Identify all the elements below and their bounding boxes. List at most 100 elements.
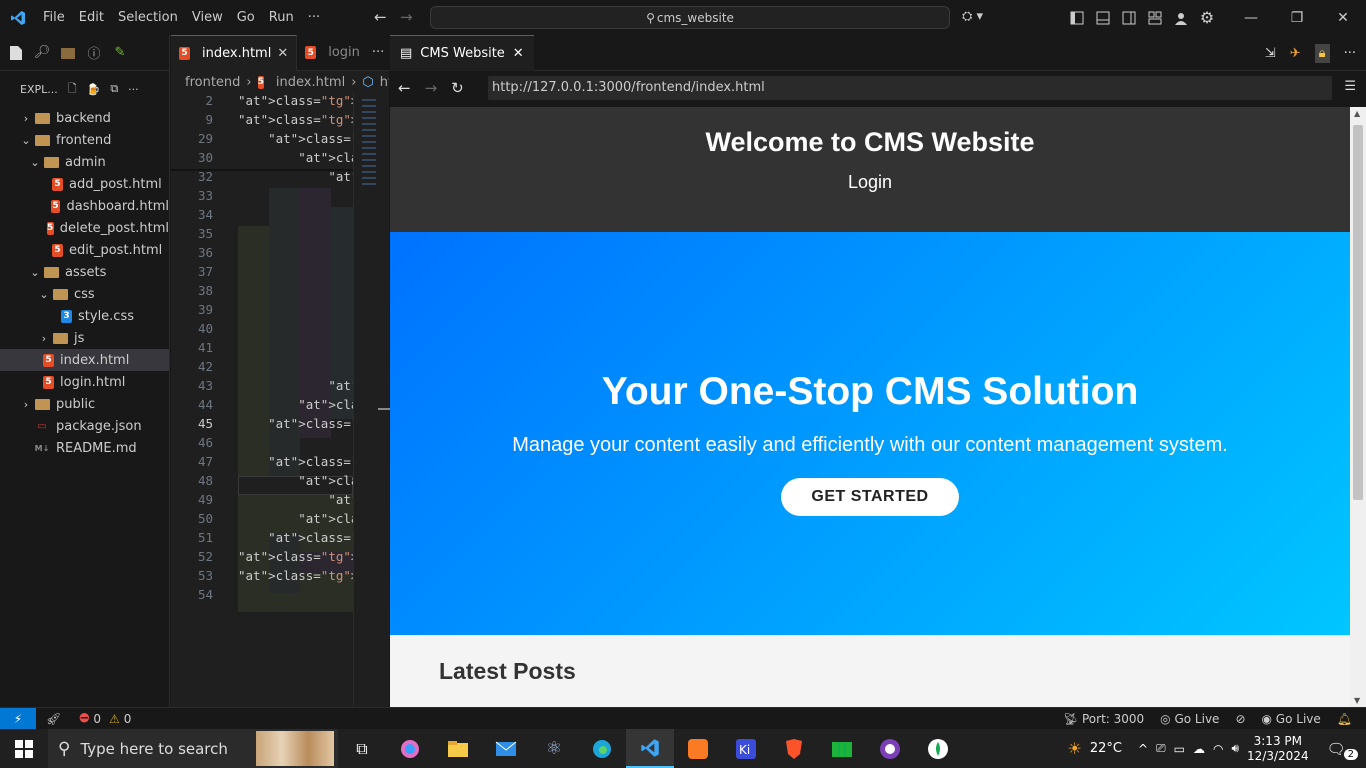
- green-app-icon[interactable]: [818, 729, 866, 768]
- mongodb-compass-icon[interactable]: [914, 729, 962, 768]
- beer-icon[interactable]: 🍺: [87, 83, 101, 96]
- brave-browser-icon[interactable]: [770, 729, 818, 768]
- explorer-icon[interactable]: [6, 43, 26, 63]
- close-tab-icon[interactable]: ✕: [513, 46, 524, 61]
- source-control-icon[interactable]: [58, 43, 78, 63]
- menu-item[interactable]: Go: [230, 0, 262, 35]
- no-broadcast-icon[interactable]: ⊘: [1235, 712, 1245, 726]
- breadcrumb-item[interactable]: index.html: [276, 75, 345, 90]
- editor-more-actions-icon[interactable]: ···: [372, 45, 384, 60]
- menu-item[interactable]: ···: [301, 0, 327, 35]
- search-icon[interactable]: 🔎︎: [32, 43, 52, 63]
- mail-icon[interactable]: [482, 729, 530, 768]
- back-arrow-icon[interactable]: ←: [398, 79, 411, 97]
- url-input[interactable]: http://127.0.0.1:3000/frontend/index.htm…: [488, 76, 1332, 100]
- menu-item[interactable]: Edit: [72, 0, 111, 35]
- settings-gear-icon[interactable]: ⚙: [1194, 0, 1220, 35]
- extension-figure-icon[interactable]: ✈: [1290, 46, 1301, 61]
- restore-icon[interactable]: ❐: [1274, 0, 1320, 35]
- browser-scrollbar[interactable]: ▲ ▼: [1350, 107, 1366, 707]
- new-file-icon[interactable]: 🗋: [68, 80, 77, 99]
- tree-item[interactable]: 5 edit_post.html: [0, 239, 169, 261]
- copilot-icon[interactable]: ⛭ ▾: [962, 9, 983, 24]
- tree-item[interactable]: › js: [0, 327, 169, 349]
- onedrive-icon[interactable]: ☁: [1193, 742, 1205, 756]
- nav-login-link[interactable]: Login: [390, 172, 1350, 193]
- file-explorer-icon[interactable]: [434, 729, 482, 768]
- command-center[interactable]: ⚲ cms_website: [430, 6, 950, 29]
- menu-item[interactable]: View: [185, 0, 230, 35]
- warning-count[interactable]: 0: [124, 712, 132, 726]
- breadcrumb-item[interactable]: htm: [380, 75, 389, 90]
- scrollbar-thumb[interactable]: [1353, 125, 1363, 500]
- more-actions-icon[interactable]: ···: [128, 83, 139, 96]
- port-indicator[interactable]: 📡︎ Port: 3000: [1063, 712, 1144, 726]
- reload-icon[interactable]: ↻: [451, 79, 464, 97]
- tree-item[interactable]: ▭ package.json: [0, 415, 169, 437]
- forward-arrow-icon[interactable]: →: [400, 8, 413, 26]
- tree-item[interactable]: M↓ README.md: [0, 437, 169, 459]
- toggle-secondary-sidebar-icon[interactable]: [1116, 0, 1142, 35]
- windows-start-icon[interactable]: [0, 729, 48, 768]
- tab-index-html[interactable]: 5 index.html ✕: [171, 34, 298, 71]
- tree-item[interactable]: 5 delete_post.html: [0, 217, 169, 239]
- back-arrow-icon[interactable]: ←: [374, 8, 387, 26]
- atom-app-icon[interactable]: ⚛: [530, 729, 578, 768]
- kiro-app-icon[interactable]: Ki: [722, 729, 770, 768]
- rocket-icon[interactable]: 🚀︎: [46, 712, 61, 726]
- tree-item[interactable]: › backend: [0, 107, 169, 129]
- show-hidden-icons-icon[interactable]: ^: [1138, 742, 1148, 756]
- minimap-slider[interactable]: [378, 408, 390, 410]
- minimize-icon[interactable]: —: [1228, 0, 1274, 35]
- github-desktop-icon[interactable]: [866, 729, 914, 768]
- vscode-taskbar-icon[interactable]: [626, 729, 674, 768]
- temperature[interactable]: 22°C: [1090, 741, 1122, 756]
- wifi-icon[interactable]: ◠: [1213, 742, 1223, 756]
- customize-layout-icon[interactable]: [1142, 0, 1168, 35]
- scroll-down-icon[interactable]: ▼: [1354, 696, 1360, 705]
- tree-item[interactable]: 5 dashboard.html: [0, 195, 169, 217]
- task-view-icon[interactable]: ⧉: [338, 729, 386, 768]
- warning-icon[interactable]: ⚠: [109, 712, 120, 726]
- collapse-all-icon[interactable]: ⧉: [110, 82, 118, 96]
- toggle-panel-icon[interactable]: [1090, 0, 1116, 35]
- clock[interactable]: 3:13 PM 12/3/2024: [1247, 734, 1309, 764]
- battery-icon[interactable]: ▭: [1174, 742, 1185, 756]
- lock-icon[interactable]: 🔒︎: [1314, 43, 1330, 63]
- breadcrumb-item[interactable]: frontend: [185, 75, 240, 90]
- minimap[interactable]: [353, 93, 390, 707]
- remote-indicator-icon[interactable]: ⚡: [0, 707, 36, 730]
- tree-item[interactable]: 5 login.html: [0, 371, 169, 393]
- close-tab-icon[interactable]: ✕: [277, 46, 288, 61]
- menu-item[interactable]: Selection: [111, 0, 185, 35]
- tab-login[interactable]: 5 login: [297, 35, 368, 71]
- extensions-icon[interactable]: ✎: [110, 43, 130, 63]
- tree-item[interactable]: 5 add_post.html: [0, 173, 169, 195]
- toggle-primary-sidebar-icon[interactable]: [1064, 0, 1090, 35]
- tree-item[interactable]: › public: [0, 393, 169, 415]
- run-debug-icon[interactable]: ⓘ: [84, 43, 104, 63]
- scroll-up-icon[interactable]: ▲: [1354, 109, 1360, 118]
- tree-item[interactable]: ⌄ assets: [0, 261, 169, 283]
- tree-item[interactable]: ⌄ admin: [0, 151, 169, 173]
- more-actions-icon[interactable]: ···: [1344, 46, 1356, 61]
- notifications-bell-icon[interactable]: 🔔︎: [1337, 712, 1352, 726]
- go-live-button-1[interactable]: ◎ Go Live: [1160, 712, 1219, 726]
- meet-now-icon[interactable]: ⎚: [1156, 741, 1166, 756]
- get-started-button[interactable]: GET STARTED: [781, 478, 959, 516]
- tree-item[interactable]: ⌄ css: [0, 283, 169, 305]
- tree-item[interactable]: 5 index.html: [0, 349, 169, 371]
- menu-icon[interactable]: ☰: [1344, 79, 1356, 94]
- edge-browser-icon[interactable]: [578, 729, 626, 768]
- open-external-icon[interactable]: ⇲: [1265, 46, 1276, 61]
- taskbar-search-box[interactable]: ⚲ Type here to search: [48, 729, 338, 768]
- error-count[interactable]: 0: [93, 712, 101, 726]
- close-icon[interactable]: ✕: [1320, 0, 1366, 35]
- notification-center-icon[interactable]: 🗨︎: [1327, 740, 1346, 758]
- menu-item[interactable]: Run: [262, 0, 301, 35]
- copilot-app-icon[interactable]: [386, 729, 434, 768]
- tab-cms-website[interactable]: ▤ CMS Website ✕: [390, 34, 534, 71]
- error-icon[interactable]: ⛔︎: [79, 711, 89, 726]
- account-icon[interactable]: [1168, 0, 1194, 35]
- tree-item[interactable]: ⌄ frontend: [0, 129, 169, 151]
